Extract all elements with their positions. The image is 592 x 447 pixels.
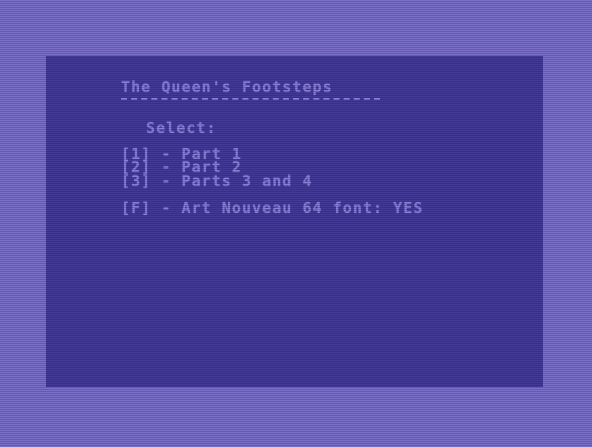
text-screen: [46, 56, 543, 387]
game-title: The Queen's Footsteps: [121, 78, 333, 96]
title-underline: [121, 98, 380, 100]
menu-option-parts-3-4[interactable]: [3] - Parts 3 and 4: [121, 174, 313, 189]
select-prompt: Select:: [146, 119, 217, 137]
menu-option-font-toggle[interactable]: [F] - Art Nouveau 64 font: YES: [121, 201, 423, 216]
